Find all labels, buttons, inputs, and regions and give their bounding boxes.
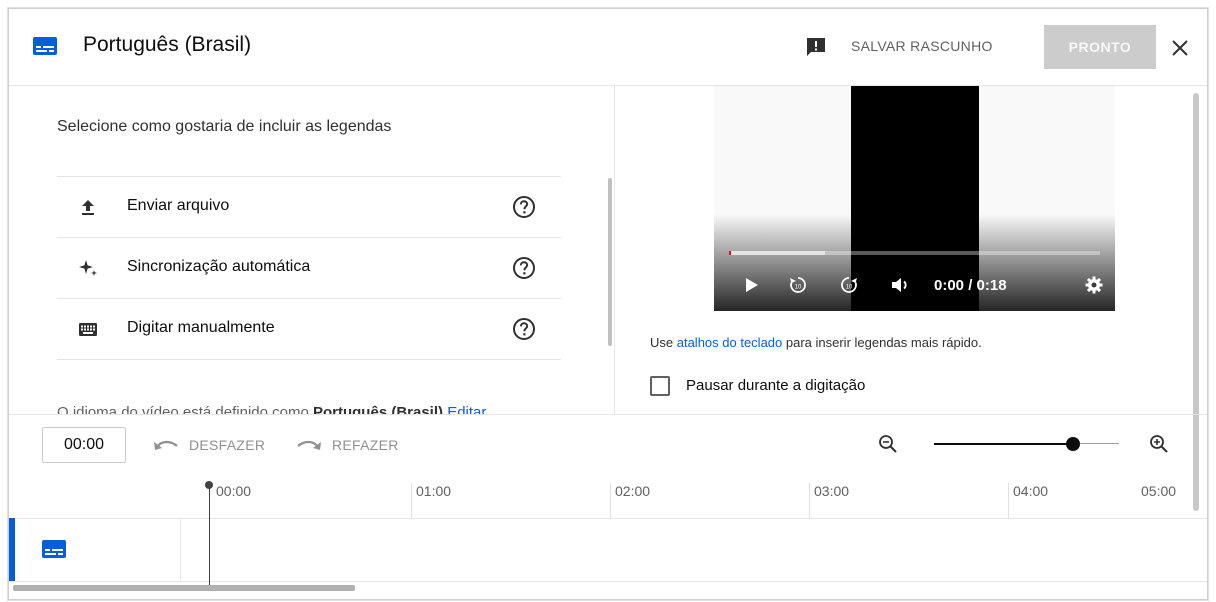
dialog-title: Português (Brasil) bbox=[83, 33, 252, 56]
method-heading: Selecione como gostaria de incluir as le… bbox=[57, 118, 392, 135]
option-upload-file[interactable]: Enviar arquivo bbox=[57, 177, 561, 238]
option-type-manually[interactable]: Digitar manualmente bbox=[57, 299, 561, 360]
subtitles-icon bbox=[42, 540, 66, 558]
zoom-in-icon[interactable] bbox=[1148, 433, 1170, 455]
playhead-handle[interactable] bbox=[205, 481, 213, 489]
hint-text: para inserir legendas mais rápido. bbox=[782, 335, 982, 350]
option-auto-sync[interactable]: Sincronização automática bbox=[57, 238, 561, 299]
method-option-list: Enviar arquivo Sincronização automática bbox=[57, 176, 561, 360]
timeline-tick: 02:00 bbox=[615, 483, 651, 499]
help-icon[interactable] bbox=[511, 316, 537, 342]
timeline-tick: 04:00 bbox=[1013, 483, 1049, 499]
timeline-ruler: 00:00 01:00 02:00 03:00 04:00 05:00 bbox=[9, 473, 1207, 519]
undo-button[interactable]: DESFAZER bbox=[189, 437, 265, 453]
option-label: Digitar manualmente bbox=[127, 319, 275, 336]
dialog-header: Português (Brasil) SALVAR RASCUNHO PRONT… bbox=[9, 9, 1207, 86]
timeline-tick: 01:00 bbox=[416, 483, 452, 499]
track-header-divider bbox=[180, 518, 181, 581]
pause-while-typing-label: Pausar durante a digitação bbox=[686, 377, 866, 394]
keyboard-icon bbox=[79, 323, 97, 336]
help-icon[interactable] bbox=[511, 255, 537, 281]
editor-toolbar: 00:00 DESFAZER REFAZER bbox=[9, 414, 1207, 473]
timeline-tick: 00:00 bbox=[216, 483, 252, 499]
settings-gear-icon[interactable] bbox=[1083, 274, 1105, 296]
pause-while-typing-checkbox[interactable] bbox=[650, 376, 670, 396]
tick-line bbox=[610, 483, 611, 518]
video-language-note: O idioma do vídeo está definido como Por… bbox=[57, 404, 486, 414]
language-name: Português (Brasil) bbox=[312, 404, 444, 414]
zoom-slider-handle[interactable] bbox=[1066, 437, 1080, 451]
progress-buffered bbox=[729, 251, 826, 255]
preview-panel: 10 10 0:00 / 0:18 Use atalhos do teclado… bbox=[615, 86, 1207, 414]
subtitles-icon bbox=[33, 37, 57, 55]
keyboard-shortcuts-link[interactable]: atalhos do teclado bbox=[677, 335, 783, 350]
sparkle-icon bbox=[79, 260, 97, 276]
language-note-text: O idioma do vídeo está definido como bbox=[57, 404, 313, 414]
tick-line bbox=[809, 483, 810, 518]
current-time-input[interactable]: 00:00 bbox=[42, 427, 126, 463]
zoom-slider-fill bbox=[934, 443, 1073, 445]
rewind-10-icon[interactable]: 10 bbox=[787, 274, 809, 296]
feedback-icon[interactable] bbox=[805, 36, 827, 58]
option-label: Sincronização automática bbox=[127, 258, 311, 275]
caption-editor-dialog: Português (Brasil) SALVAR RASCUNHO PRONT… bbox=[8, 8, 1208, 600]
caption-track[interactable] bbox=[9, 518, 1207, 582]
hint-text: Use bbox=[650, 335, 677, 350]
tick-line bbox=[411, 483, 412, 518]
upload-icon bbox=[82, 200, 94, 215]
timeline: 00:00 01:00 02:00 03:00 04:00 05:00 bbox=[9, 473, 1207, 599]
edit-language-link[interactable]: Editar bbox=[447, 404, 486, 414]
svg-text:10: 10 bbox=[795, 285, 802, 291]
player-time: 0:00 / 0:18 bbox=[934, 277, 1007, 294]
player-controls-gradient bbox=[714, 214, 1115, 311]
redo-button[interactable]: REFAZER bbox=[332, 437, 399, 453]
timeline-tick: 05:00 bbox=[1141, 483, 1177, 499]
progress-played bbox=[729, 251, 731, 255]
undo-icon[interactable] bbox=[152, 437, 180, 453]
option-label: Enviar arquivo bbox=[127, 197, 230, 214]
save-draft-button[interactable]: SALVAR RASCUNHO bbox=[851, 38, 993, 54]
help-icon[interactable] bbox=[511, 194, 537, 220]
svg-text:10: 10 bbox=[846, 285, 853, 291]
zoom-out-icon[interactable] bbox=[877, 433, 899, 455]
zoom-slider[interactable] bbox=[934, 432, 1119, 456]
redo-icon[interactable] bbox=[295, 437, 323, 453]
progress-bar[interactable] bbox=[729, 251, 1100, 255]
tick-line bbox=[1008, 483, 1009, 518]
track-selected-indicator bbox=[9, 518, 15, 581]
keyboard-shortcut-hint: Use atalhos do teclado para inserir lege… bbox=[650, 335, 982, 350]
timeline-tick: 03:00 bbox=[814, 483, 850, 499]
close-icon[interactable] bbox=[1169, 37, 1191, 59]
forward-10-icon[interactable]: 10 bbox=[838, 274, 860, 296]
volume-icon[interactable] bbox=[889, 274, 911, 296]
done-button[interactable]: PRONTO bbox=[1044, 25, 1156, 69]
playhead[interactable] bbox=[209, 485, 210, 585]
caption-method-panel: Selecione como gostaria de incluir as le… bbox=[9, 86, 613, 414]
timeline-horizontal-scrollbar[interactable] bbox=[13, 585, 355, 591]
video-player[interactable]: 10 10 0:00 / 0:18 bbox=[714, 86, 1115, 311]
left-scrollbar[interactable] bbox=[608, 178, 612, 346]
play-icon[interactable] bbox=[740, 274, 762, 296]
